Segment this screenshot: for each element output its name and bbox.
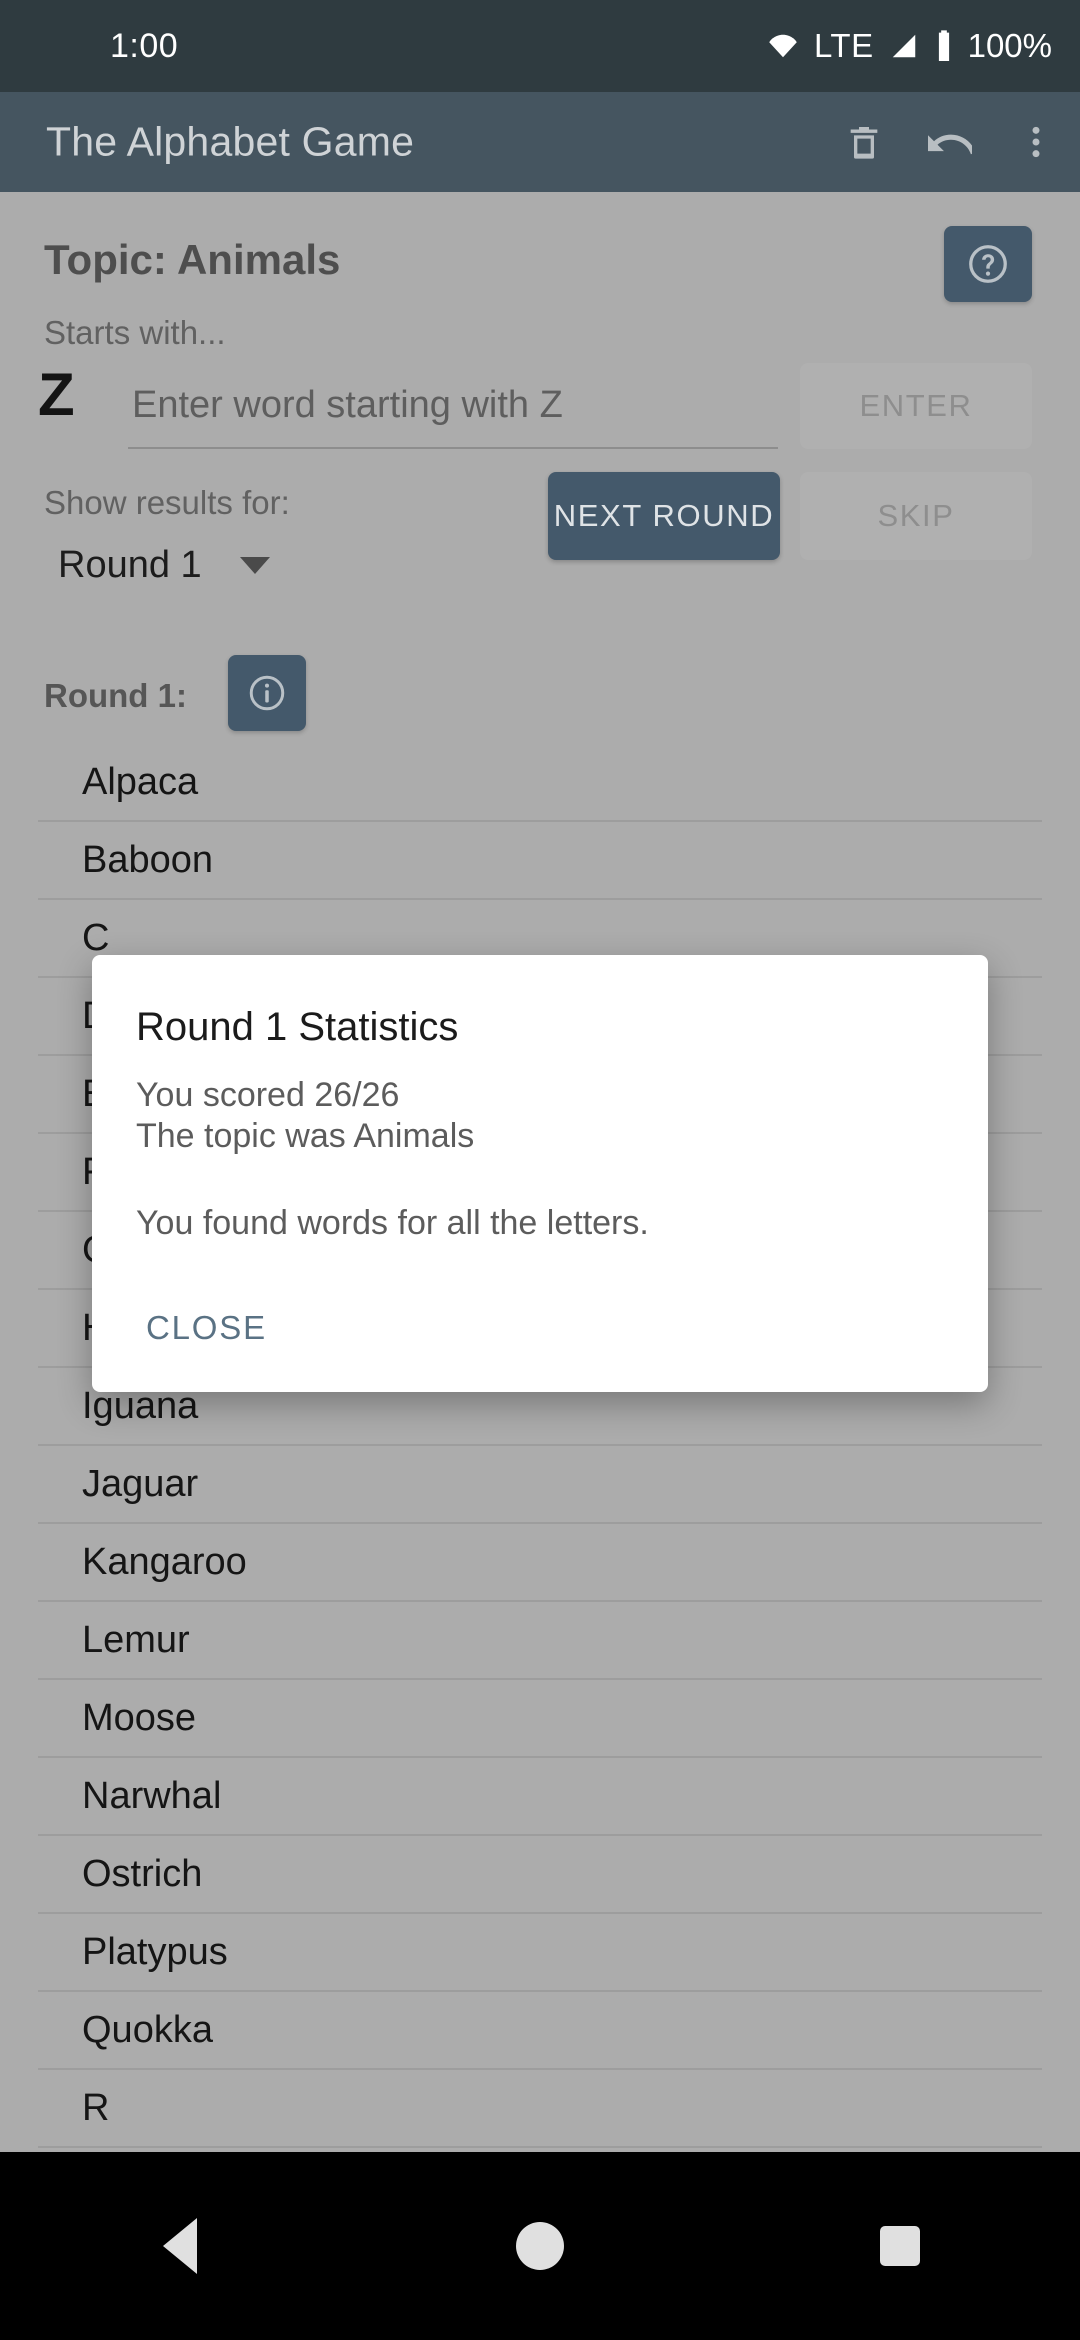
word-input[interactable]: [128, 373, 778, 449]
round-dropdown-value: Round 1: [58, 544, 202, 586]
app-toolbar: The Alphabet Game: [0, 92, 1080, 192]
list-item[interactable]: Kangaroo: [38, 1524, 1042, 1602]
list-item[interactable]: Moose: [38, 1680, 1042, 1758]
nav-home-button[interactable]: [450, 2196, 630, 2296]
page-title: Topic: Animals: [44, 236, 341, 283]
word-label: Jaguar: [82, 1462, 199, 1505]
round-dropdown[interactable]: Round 1: [58, 544, 270, 587]
battery-percent-label: 100%: [967, 27, 1052, 64]
word-label: Quokka: [82, 2008, 213, 2051]
word-label: Kangaroo: [82, 1540, 247, 1583]
recents-icon: [880, 2226, 920, 2266]
list-item[interactable]: Alpaca: [38, 744, 1042, 822]
dialog-title: Round 1 Statistics: [136, 1005, 459, 1049]
word-label: R: [82, 2086, 110, 2129]
starts-with-label: Starts with...: [44, 314, 226, 351]
word-label: Lemur: [82, 1618, 190, 1661]
status-bar-clock: 1:00: [110, 26, 179, 65]
network-type-label: LTE: [814, 27, 874, 64]
home-icon: [516, 2222, 564, 2270]
list-item[interactable]: Quokka: [38, 1992, 1042, 2070]
dialog-message-primary: You scored 26/26 The topic was Animals: [136, 1075, 946, 1158]
wifi-icon: [766, 31, 800, 61]
dialog-topic-line: The topic was Animals: [136, 1117, 475, 1156]
round-heading: Round 1:: [44, 677, 187, 714]
round-statistics-dialog: Round 1 Statistics You scored 26/26 The …: [92, 955, 988, 1392]
back-icon: [163, 2218, 197, 2274]
dialog-score-line: You scored 26/26: [136, 1076, 400, 1114]
system-navigation-bar: [0, 2152, 1080, 2340]
word-label: Ostrich: [82, 1852, 203, 1895]
help-circle-icon: [969, 245, 1007, 283]
results-selector-row: Show results for: Round 1 NEXT ROUND SKI…: [0, 472, 1080, 602]
round-heading-row: Round 1:: [0, 655, 1080, 741]
current-letter: Z: [38, 361, 75, 428]
overflow-menu-icon[interactable]: [1014, 120, 1058, 164]
list-item[interactable]: Platypus: [38, 1914, 1042, 1992]
word-label: Alpaca: [82, 760, 199, 803]
word-label: C: [82, 916, 110, 959]
chevron-down-icon: [239, 557, 270, 574]
toolbar-actions: [842, 92, 1058, 192]
nav-back-button[interactable]: [90, 2196, 270, 2296]
next-round-button[interactable]: NEXT ROUND: [548, 472, 780, 560]
word-label: Moose: [82, 1696, 197, 1739]
dialog-close-button[interactable]: CLOSE: [128, 1295, 285, 1361]
status-bar: 1:00 LTE 100%: [0, 0, 1080, 92]
nav-recents-button[interactable]: [810, 2196, 990, 2296]
word-label: Platypus: [82, 1930, 228, 1973]
list-item[interactable]: Lemur: [38, 1602, 1042, 1680]
list-item[interactable]: Jaguar: [38, 1446, 1042, 1524]
list-item[interactable]: R: [38, 2070, 1042, 2148]
app-title: The Alphabet Game: [46, 118, 415, 165]
skip-button[interactable]: SKIP: [800, 472, 1032, 560]
delete-icon[interactable]: [842, 120, 886, 164]
enter-button[interactable]: ENTER: [800, 363, 1032, 449]
undo-icon[interactable]: [928, 120, 972, 164]
word-entry-row: Z ENTER: [0, 355, 1080, 455]
battery-icon: [934, 29, 954, 63]
dialog-message-secondary: You found words for all the letters.: [136, 1204, 649, 1242]
topic-row: Topic: Animals: [0, 214, 1080, 310]
show-results-label: Show results for:: [44, 484, 290, 521]
round-info-button[interactable]: [228, 655, 306, 731]
help-button[interactable]: [944, 226, 1032, 302]
status-bar-indicators: LTE 100%: [766, 27, 1052, 65]
word-label: Narwhal: [82, 1774, 222, 1817]
info-circle-icon: [249, 675, 285, 711]
signal-icon: [888, 31, 920, 61]
list-item[interactable]: Baboon: [38, 822, 1042, 900]
list-item[interactable]: Ostrich: [38, 1836, 1042, 1914]
list-item[interactable]: Narwhal: [38, 1758, 1042, 1836]
word-label: Baboon: [82, 838, 214, 881]
